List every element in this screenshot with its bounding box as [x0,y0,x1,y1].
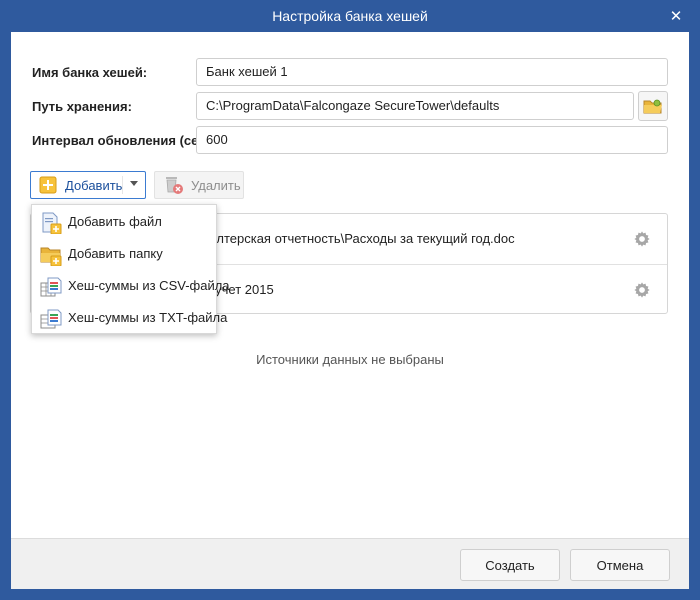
close-button[interactable]: ✕ [668,8,684,25]
storage-path-input[interactable]: C:\ProgramData\Falcongaze SecureTower\de… [196,92,634,120]
gear-icon[interactable] [633,230,651,248]
delete-button[interactable]: Удалить [154,171,244,199]
txt-file-icon [40,309,62,329]
bank-name-label: Имя банка хешей: [32,65,148,80]
add-dropdown-menu: Добавить файл Добавить папку Хеш-суммы и… [31,204,230,334]
dialog-window: Настройка банка хешей ✕ Имя банка хешей:… [0,0,700,600]
dialog-title: Настройка банка хешей [272,8,428,24]
close-icon: ✕ [669,8,683,25]
empty-sources-message: Источники данных не выбраны [256,352,444,367]
cancel-button[interactable]: Отмена [570,549,670,581]
menu-item-label: Добавить файл [68,214,162,229]
split-divider [122,176,123,194]
update-interval-label: Интервал обновления (сек): [32,133,214,148]
gear-icon[interactable] [633,281,651,299]
menu-item-add-folder[interactable]: Добавить папку [32,238,216,270]
add-button-label: Добавить [65,177,123,193]
bank-name-input[interactable]: Банк хешей 1 [196,58,668,86]
dialog-footer: Создать Отмена [11,538,689,589]
add-dropdown-button[interactable]: Добавить [30,171,146,199]
menu-item-add-file[interactable]: Добавить файл [32,206,216,238]
delete-button-label: Удалить [191,177,241,193]
menu-item-txt-hashes[interactable]: Хеш-суммы из TXT-файла [32,302,227,334]
menu-item-label: Добавить папку [68,246,163,261]
browse-folder-button[interactable] [638,91,668,121]
storage-path-label: Путь хранения: [32,99,132,114]
chevron-down-icon[interactable] [130,181,138,186]
add-folder-icon [40,247,62,266]
menu-item-label: Хеш-суммы из TXT-файла [68,310,228,325]
csv-file-icon [40,277,62,297]
trash-delete-icon [166,177,183,194]
menu-item-label: Хеш-суммы из CSV-файла [68,278,230,293]
create-button[interactable]: Создать [460,549,560,581]
title-bar: Настройка банка хешей ✕ [0,0,700,32]
update-interval-input[interactable]: 600 [196,126,668,154]
menu-item-csv-hashes[interactable]: Хеш-суммы из CSV-файла [32,270,230,302]
add-file-icon [42,212,62,234]
dialog-content: Имя банка хешей: Банк хешей 1 Путь хране… [11,32,689,538]
add-icon [39,176,57,194]
folder-browse-icon [643,99,662,114]
